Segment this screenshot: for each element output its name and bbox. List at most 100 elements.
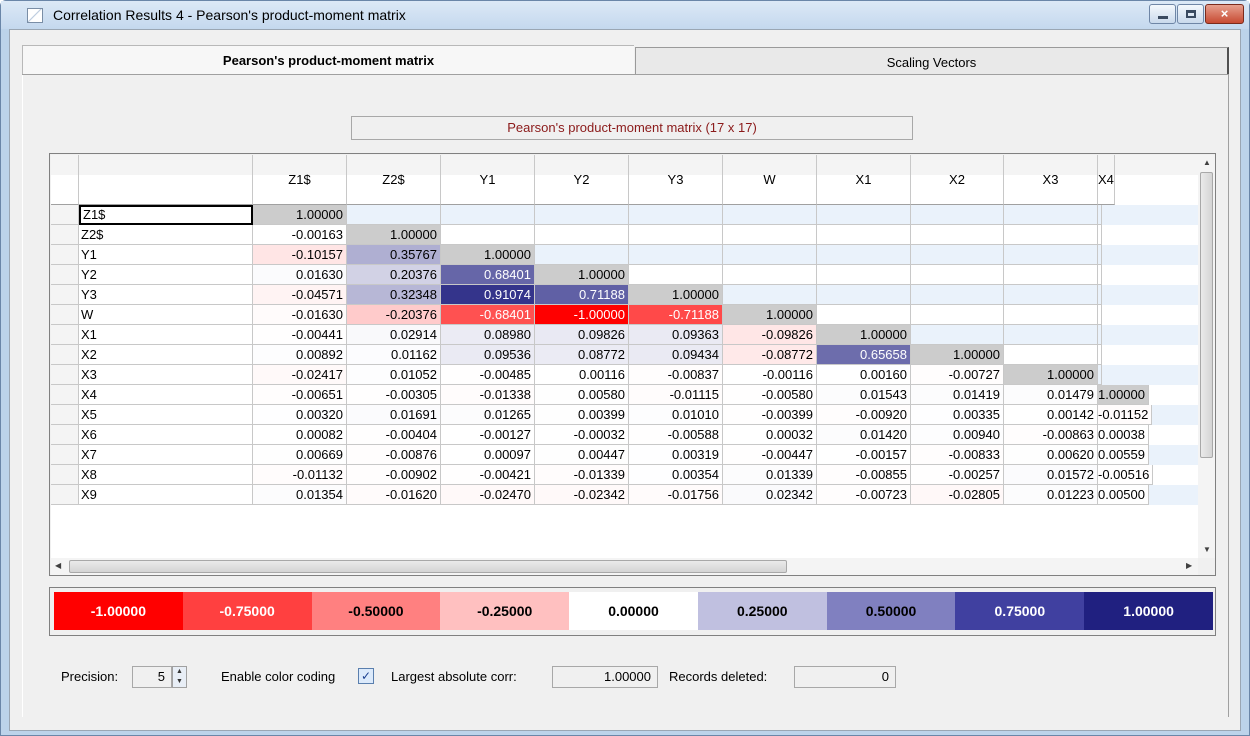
matrix-cell[interactable] [911, 265, 1004, 285]
matrix-cell[interactable]: -0.00447 [723, 445, 817, 465]
vertical-scrollbar[interactable]: ▲ ▼ [1198, 155, 1215, 558]
matrix-cell[interactable]: 0.02342 [723, 485, 817, 505]
matrix-cell[interactable]: 0.09434 [629, 345, 723, 365]
matrix-cell[interactable]: -0.00163 [253, 225, 347, 245]
matrix-cell[interactable] [1098, 305, 1102, 325]
matrix-cell[interactable]: -0.00833 [911, 445, 1004, 465]
matrix-cell[interactable] [441, 225, 535, 245]
matrix-cell[interactable]: -0.68401 [441, 305, 535, 325]
matrix-cell[interactable]: 0.00320 [253, 405, 347, 425]
matrix-cell[interactable]: 0.00892 [253, 345, 347, 365]
matrix-cell[interactable]: -0.00127 [441, 425, 535, 445]
matrix-cell[interactable] [1098, 225, 1102, 245]
matrix-cell[interactable]: -0.01339 [535, 465, 629, 485]
matrix-cell[interactable] [629, 225, 723, 245]
matrix-cell[interactable]: 1.00000 [723, 305, 817, 325]
matrix-cell[interactable] [535, 205, 629, 225]
matrix-cell[interactable]: -0.10157 [253, 245, 347, 265]
matrix-cell[interactable]: 0.01419 [911, 385, 1004, 405]
matrix-cell[interactable]: -0.00580 [723, 385, 817, 405]
matrix-cell[interactable]: -0.00399 [723, 405, 817, 425]
close-button[interactable]: × [1205, 4, 1244, 24]
row-label[interactable]: X6 [79, 425, 253, 445]
row-indicator[interactable] [51, 225, 79, 245]
matrix-cell[interactable]: 1.00000 [817, 325, 911, 345]
matrix-cell[interactable] [629, 205, 723, 225]
column-header-z1s[interactable]: Z1$ [253, 155, 347, 205]
row-indicator[interactable] [51, 265, 79, 285]
matrix-cell[interactable]: 0.00399 [535, 405, 629, 425]
matrix-cell[interactable] [1098, 265, 1102, 285]
row-indicator[interactable] [51, 245, 79, 265]
matrix-cell[interactable]: -0.00305 [347, 385, 441, 405]
row-indicator[interactable] [51, 405, 79, 425]
matrix-cell[interactable] [1004, 345, 1098, 365]
matrix-cell[interactable]: -0.02417 [253, 365, 347, 385]
matrix-cell[interactable] [1098, 205, 1102, 225]
row-label[interactable]: X9 [79, 485, 253, 505]
row-indicator[interactable] [51, 325, 79, 345]
horizontal-scrollbar[interactable]: ◀ ▶ [51, 558, 1198, 575]
column-header-x1[interactable]: X1 [817, 155, 911, 205]
matrix-cell[interactable]: -0.02470 [441, 485, 535, 505]
matrix-cell[interactable]: -0.02342 [535, 485, 629, 505]
minimize-button[interactable] [1149, 4, 1176, 24]
matrix-cell[interactable]: -0.00157 [817, 445, 911, 465]
matrix-cell[interactable]: 1.00000 [347, 225, 441, 245]
tab-scaling-vectors[interactable]: Scaling Vectors [635, 47, 1229, 75]
row-indicator[interactable] [51, 485, 79, 505]
matrix-cell[interactable] [535, 225, 629, 245]
matrix-cell[interactable]: 0.02914 [347, 325, 441, 345]
matrix-cell[interactable]: 0.01691 [347, 405, 441, 425]
matrix-cell[interactable]: 0.01543 [817, 385, 911, 405]
matrix-cell[interactable] [911, 325, 1004, 345]
matrix-cell[interactable] [629, 265, 723, 285]
column-header-y1[interactable]: Y1 [441, 155, 535, 205]
matrix-cell[interactable] [911, 285, 1004, 305]
matrix-cell[interactable]: 0.09826 [535, 325, 629, 345]
matrix-cell[interactable]: 0.00669 [253, 445, 347, 465]
matrix-cell[interactable] [535, 245, 629, 265]
matrix-cell[interactable]: 0.00319 [629, 445, 723, 465]
matrix-cell[interactable]: -0.00404 [347, 425, 441, 445]
matrix-cell[interactable]: 0.00559 [1098, 445, 1149, 465]
precision-spinner[interactable]: ▲ ▼ [172, 666, 187, 688]
matrix-cell[interactable] [1098, 285, 1102, 305]
row-label[interactable]: Y3 [79, 285, 253, 305]
matrix-cell[interactable] [1004, 325, 1098, 345]
row-indicator[interactable] [51, 345, 79, 365]
row-indicator[interactable] [51, 305, 79, 325]
column-header-x3[interactable]: X3 [1004, 155, 1098, 205]
matrix-cell[interactable]: -0.04571 [253, 285, 347, 305]
matrix-cell[interactable]: -0.71188 [629, 305, 723, 325]
matrix-cell[interactable]: 0.00116 [535, 365, 629, 385]
matrix-cell[interactable]: -0.00485 [441, 365, 535, 385]
precision-field[interactable]: 5 [132, 666, 172, 688]
matrix-cell[interactable] [911, 225, 1004, 245]
matrix-cell[interactable] [1004, 245, 1098, 265]
matrix-cell[interactable] [817, 245, 911, 265]
matrix-cell[interactable]: 0.01572 [1004, 465, 1098, 485]
matrix-cell[interactable]: 1.00000 [441, 245, 535, 265]
matrix-cell[interactable]: -0.00516 [1098, 465, 1154, 485]
row-indicator[interactable] [51, 425, 79, 445]
matrix-cell[interactable]: -0.00116 [723, 365, 817, 385]
matrix-cell[interactable] [723, 265, 817, 285]
matrix-cell[interactable]: 0.00447 [535, 445, 629, 465]
matrix-cell[interactable]: -1.00000 [535, 305, 629, 325]
matrix-cell[interactable] [1098, 365, 1102, 385]
spin-up-icon[interactable]: ▲ [173, 667, 186, 677]
matrix-cell[interactable]: 0.00038 [1098, 425, 1149, 445]
matrix-cell[interactable]: 0.91074 [441, 285, 535, 305]
matrix-cell[interactable]: 0.01420 [817, 425, 911, 445]
matrix-cell[interactable] [1098, 245, 1102, 265]
matrix-cell[interactable]: 1.00000 [535, 265, 629, 285]
column-header-z2s[interactable]: Z2$ [347, 155, 441, 205]
matrix-cell[interactable]: 0.20376 [347, 265, 441, 285]
row-label[interactable]: Y1 [79, 245, 253, 265]
row-indicator[interactable] [51, 205, 79, 225]
matrix-cell[interactable]: -0.00441 [253, 325, 347, 345]
matrix-cell[interactable]: -0.20376 [347, 305, 441, 325]
matrix-cell[interactable]: 0.00580 [535, 385, 629, 405]
matrix-cell[interactable]: -0.08772 [723, 345, 817, 365]
